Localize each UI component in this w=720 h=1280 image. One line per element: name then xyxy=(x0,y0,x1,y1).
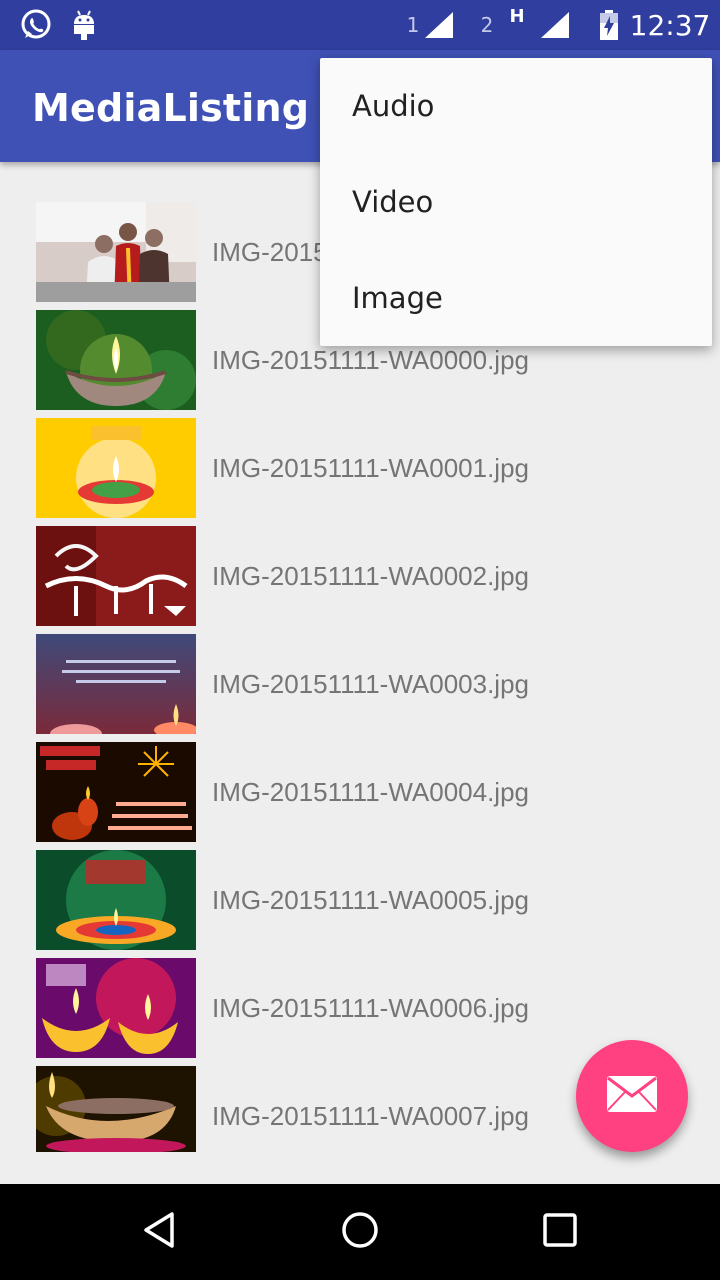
file-name: IMG-20151111-WA0005.jpg xyxy=(212,885,529,915)
clock: 12:37 xyxy=(629,8,711,42)
thumbnail-image xyxy=(36,634,196,734)
overflow-menu: Audio Video Image xyxy=(320,58,712,346)
page-title: MediaListing xyxy=(32,86,310,130)
thumbnail-image xyxy=(36,310,196,410)
menu-item-video[interactable]: Video xyxy=(320,154,712,250)
list-item[interactable]: IMG-20151111-WA0002.jpg xyxy=(36,526,696,626)
file-name: IMG-20151111-WA0004.jpg xyxy=(212,777,529,807)
mail-icon xyxy=(606,1075,658,1117)
network-type-label: H xyxy=(509,6,525,27)
recents-icon xyxy=(540,1210,580,1254)
fab-mail-button[interactable] xyxy=(576,1040,688,1152)
thumbnail-image xyxy=(36,1066,196,1152)
list-item[interactable]: IMG-20151111-WA0001.jpg xyxy=(36,418,696,518)
sim2-label: 2 xyxy=(480,13,494,37)
thumbnail-image xyxy=(36,418,196,518)
navigation-bar xyxy=(0,1184,720,1280)
android-debug-icon xyxy=(66,0,102,50)
signal-icon xyxy=(538,0,572,50)
file-name: IMG-20151111-WA0001.jpg xyxy=(212,453,529,483)
sim1-label: 1 xyxy=(406,13,420,37)
list-item[interactable]: IMG-20151111-WA0004.jpg xyxy=(36,742,696,842)
list-item[interactable]: IMG-20151111-WA0005.jpg xyxy=(36,850,696,950)
list-item[interactable]: IMG-20151111-WA0006.jpg xyxy=(36,958,696,1058)
recents-button[interactable] xyxy=(500,1184,620,1280)
thumbnail-image xyxy=(36,958,196,1058)
file-name: IMG-20151111-WA0006.jpg xyxy=(212,993,529,1023)
back-icon xyxy=(140,1210,180,1254)
thumbnail-image xyxy=(36,742,196,842)
status-bar: 1 2 H 12:37 xyxy=(0,0,720,50)
menu-item-image[interactable]: Image xyxy=(320,250,712,346)
thumbnail-image xyxy=(36,526,196,626)
file-name: IMG-20151111-WA0003.jpg xyxy=(212,669,529,699)
file-name: IMG-20151111-WA0002.jpg xyxy=(212,561,529,591)
list-item[interactable]: IMG-20151111-WA0003.jpg xyxy=(36,634,696,734)
menu-item-audio[interactable]: Audio xyxy=(320,58,712,154)
thumbnail-image xyxy=(36,202,196,302)
signal-icon xyxy=(422,0,456,50)
back-button[interactable] xyxy=(100,1184,220,1280)
thumbnail-image xyxy=(36,850,196,950)
file-name: IMG-20151111-WA0007.jpg xyxy=(212,1101,529,1131)
home-icon xyxy=(340,1210,380,1254)
battery-charging-icon xyxy=(596,0,622,50)
home-button[interactable] xyxy=(300,1184,420,1280)
whatsapp-icon xyxy=(16,0,56,50)
